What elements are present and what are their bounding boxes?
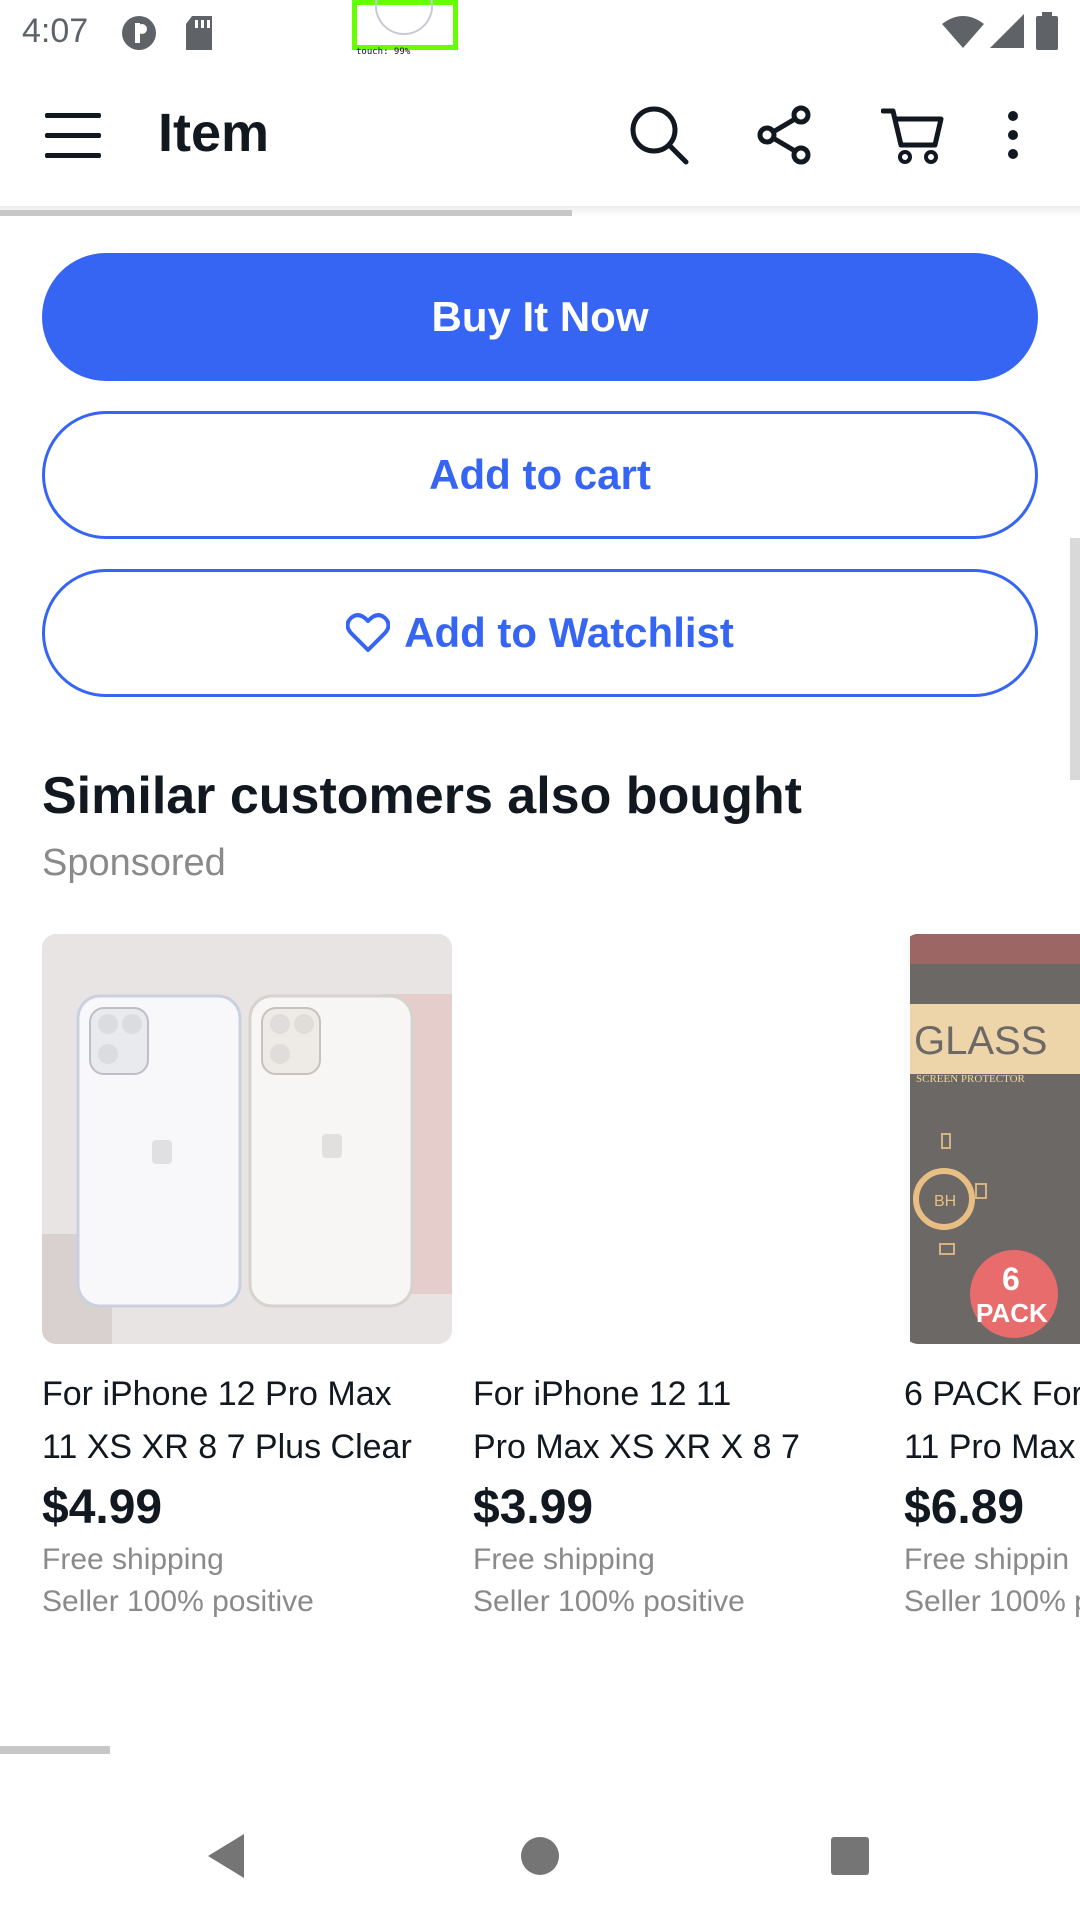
- recents-square-icon: [830, 1836, 870, 1881]
- home-circle-icon: [520, 1836, 560, 1881]
- product-image: GLASS SCREEN PROTECTOR BH 6 PACK: [904, 934, 1080, 1344]
- home-button[interactable]: [500, 1818, 580, 1898]
- page-scroll-progress: [0, 210, 572, 216]
- vertical-scrollbar[interactable]: [1070, 538, 1080, 780]
- carousel-scroll-indicator: [0, 1746, 110, 1754]
- product-shipping: Free shipping: [473, 1543, 655, 1576]
- cart-button[interactable]: [878, 102, 948, 172]
- app-bar: Item: [0, 66, 1080, 208]
- product-image: [42, 934, 452, 1344]
- search-button[interactable]: [624, 102, 694, 172]
- status-bar: 4:07 touch: 99%: [0, 0, 1080, 66]
- add-to-cart-button[interactable]: Add to cart: [42, 411, 1038, 539]
- product-shipping: Free shipping: [42, 1543, 224, 1576]
- share-button[interactable]: [750, 102, 820, 172]
- buy-it-now-label: Buy It Now: [431, 293, 649, 340]
- back-triangle-icon: [204, 1832, 248, 1885]
- menu-button[interactable]: [38, 102, 108, 172]
- product-seller-rating: Seller 100% positive: [473, 1585, 745, 1618]
- product-seller-rating: Seller 100% positive: [42, 1585, 314, 1618]
- wifi-icon: [942, 16, 984, 53]
- product-shipping: Free shippin: [904, 1543, 1070, 1576]
- section-title: Similar customers also bought: [42, 767, 802, 825]
- heart-icon: [346, 613, 391, 653]
- product-card[interactable]: For iPhone 12 Pro Max 11 XS XR 8 7 Plus …: [42, 934, 452, 1619]
- add-to-watchlist-label: Add to Watchlist: [404, 609, 734, 656]
- add-to-cart-label: Add to cart: [429, 451, 651, 498]
- product-price: $4.99: [42, 1481, 163, 1534]
- cart-icon: [880, 105, 945, 170]
- recents-button[interactable]: [810, 1818, 890, 1898]
- hamburger-menu-icon: [45, 111, 101, 164]
- product-price: $6.89: [904, 1481, 1025, 1534]
- product-card[interactable]: For iPhone 12 11 Pro Max XS XR X 8 7 $3.…: [473, 934, 883, 1619]
- page-title: Item: [158, 103, 270, 163]
- product-image: [473, 934, 883, 1344]
- product-seller-rating: Seller 100% p: [904, 1585, 1080, 1618]
- product-title: For iPhone 12 11 Pro Max XS XR X 8 7: [473, 1375, 800, 1466]
- share-icon: [755, 105, 815, 170]
- more-vertical-icon: [1006, 110, 1020, 165]
- product-card[interactable]: GLASS SCREEN PROTECTOR BH 6 PACK 6 PACK …: [904, 934, 1080, 1619]
- buy-it-now-button[interactable]: Buy It Now: [42, 253, 1038, 381]
- screen: 4:07 touch: 99% Item Buy It Now Add to c…: [0, 0, 1080, 1920]
- search-icon: [628, 104, 690, 171]
- status-time: 4:07: [22, 12, 89, 50]
- product-price: $3.99: [473, 1481, 594, 1534]
- cell-signal-icon: [990, 14, 1024, 53]
- touch-indicator-label: touch: 99%: [356, 47, 411, 57]
- add-to-watchlist-button[interactable]: Add to Watchlist: [42, 569, 1038, 697]
- product-title: 6 PACK For 11 Pro Max: [904, 1375, 1080, 1466]
- product-title: For iPhone 12 Pro Max 11 XS XR 8 7 Plus …: [42, 1375, 412, 1466]
- system-nav-bar: [0, 1790, 1080, 1920]
- battery-icon: [1036, 12, 1058, 55]
- back-button[interactable]: [186, 1818, 266, 1898]
- vpn-key-icon: [120, 14, 158, 57]
- sd-card-icon: [184, 14, 214, 57]
- touch-indicator: [352, 0, 458, 50]
- more-options-button[interactable]: [988, 102, 1038, 172]
- sponsored-label: Sponsored: [42, 842, 226, 884]
